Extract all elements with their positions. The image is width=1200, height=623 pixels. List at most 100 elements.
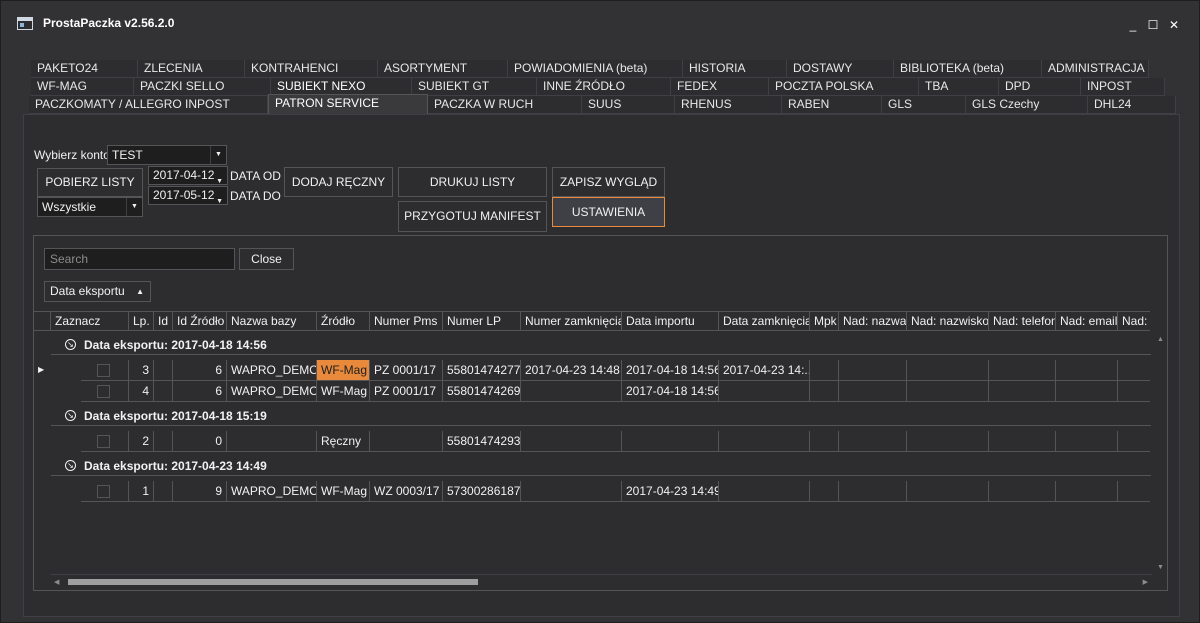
cell-lp: 2 (129, 431, 154, 452)
save-view-button[interactable]: ZAPISZ WYGLĄD (552, 167, 665, 197)
header-id[interactable]: Id (154, 312, 173, 331)
cell-nad-nazwa (839, 381, 907, 402)
print-lists-button[interactable]: DRUKUJ LISTY (398, 167, 547, 197)
cell-lp: 4 (129, 381, 154, 402)
tab-paczkomaty[interactable]: PACZKOMATY / ALLEGRO INPOST (29, 96, 268, 114)
table-row[interactable]: ▶ 3 6 WAPRO_DEMO WF-Mag PZ 0001/17 55801… (34, 360, 1150, 381)
header-numer-pms[interactable]: Numer Pms (370, 312, 443, 331)
tab-paketo24[interactable]: PAKETO24 (31, 60, 138, 78)
header-nad-nazwa[interactable]: Nad: nazwa (839, 312, 907, 331)
header-nad-more[interactable]: Nad: (1118, 312, 1150, 331)
tab-inne-zrodlo[interactable]: INNE ŹRÓDŁO (537, 78, 671, 96)
cell-nad-nazwa (839, 360, 907, 381)
tab-dhl24[interactable]: DHL24 (1088, 96, 1176, 114)
account-label: Wybierz konto: (34, 148, 114, 162)
header-nad-telefon[interactable]: Nad: telefon (989, 312, 1056, 331)
collapse-icon[interactable]: ↘ (65, 339, 76, 350)
add-manual-button[interactable]: DODAJ RĘCZNY (284, 167, 393, 197)
cell-nad-telefon (989, 481, 1056, 502)
tab-paczki-sello[interactable]: PACZKI SELLO (134, 78, 271, 96)
header-lp[interactable]: Lp. (129, 312, 154, 331)
scroll-up-icon[interactable]: ▲ (1157, 336, 1164, 343)
minimize-button[interactable]: _ (1123, 15, 1143, 35)
row-checkbox[interactable] (97, 385, 110, 398)
tab-wf-mag[interactable]: WF-MAG (31, 78, 134, 96)
tab-kontrahenci[interactable]: KONTRAHENCI (245, 60, 378, 78)
table-row[interactable]: 2 0 Ręczny 55801474293 (34, 431, 1150, 452)
cell-nad-more (1118, 360, 1150, 381)
tab-paczka-w-ruch[interactable]: PACZKA W RUCH (428, 96, 582, 114)
account-value: TEST (112, 148, 143, 162)
header-data-zamkniecia[interactable]: Data zamknięcia (719, 312, 810, 331)
prepare-manifest-button[interactable]: PRZYGOTUJ MANIFEST (398, 201, 547, 232)
cell-checkbox[interactable] (81, 431, 129, 452)
group-row[interactable]: ↘ Data eksportu: 2017-04-18 14:56 (51, 335, 1151, 355)
cell-id-zrodlo: 6 (173, 381, 227, 402)
cell-checkbox[interactable] (81, 481, 129, 502)
fetch-lists-button[interactable]: POBIERZ LISTY (37, 168, 143, 197)
search-input[interactable]: Search (44, 248, 235, 270)
account-select[interactable]: TEST ▼ (107, 145, 227, 165)
header-data-importu[interactable]: Data importu (622, 312, 719, 331)
cell-checkbox[interactable] (81, 360, 129, 381)
scroll-left-icon[interactable]: ◀ (54, 578, 59, 586)
tab-biblioteka[interactable]: BIBLIOTEKA (beta) (894, 60, 1042, 78)
tab-tba[interactable]: TBA (919, 78, 999, 96)
tab-suus[interactable]: SUUS (582, 96, 675, 114)
tab-inpost[interactable]: INPOST (1081, 78, 1165, 96)
tab-historia[interactable]: HISTORIA (683, 60, 787, 78)
date-to-picker[interactable]: 2017-05-12 ▼ (148, 186, 228, 205)
header-numer-zamkniecia[interactable]: Numer zamknięcia (521, 312, 622, 331)
date-from-picker[interactable]: 2017-04-12 ▼ (148, 166, 228, 185)
header-zrodlo[interactable]: Źródło (317, 312, 370, 331)
settings-button[interactable]: USTAWIENIA (552, 197, 665, 227)
cell-id-zrodlo: 6 (173, 360, 227, 381)
cell-checkbox[interactable] (81, 381, 129, 402)
cell-data-importu: 2017-04-18 14:56 (622, 360, 719, 381)
tab-zlecenia[interactable]: ZLECENIA (138, 60, 245, 78)
row-checkbox[interactable] (97, 364, 110, 377)
tab-rhenus[interactable]: RHENUS (675, 96, 782, 114)
header-nad-email[interactable]: Nad: email (1056, 312, 1118, 331)
header-id-zrodlo[interactable]: Id Źródło (173, 312, 227, 331)
cell-zrodlo[interactable]: WF-Mag (317, 360, 370, 381)
close-button[interactable]: ✕ (1164, 15, 1184, 35)
filter-select[interactable]: Wszystkie ▼ (37, 197, 143, 217)
tab-poczta-polska[interactable]: POCZTA POLSKA (769, 78, 919, 96)
tab-dpd[interactable]: DPD (999, 78, 1081, 96)
header-nazwa-bazy[interactable]: Nazwa bazy (227, 312, 317, 331)
table-row[interactable]: 4 6 WAPRO_DEMO WF-Mag PZ 0001/17 5580147… (34, 381, 1150, 402)
tab-patron-service[interactable]: PATRON SERVICE (268, 94, 428, 114)
header-mpk[interactable]: Mpk (810, 312, 839, 331)
tab-asortyment[interactable]: ASORTYMENT (378, 60, 508, 78)
tab-gls-czechy[interactable]: GLS Czechy (966, 96, 1088, 114)
group-by-chip[interactable]: Data eksportu ▲ (44, 281, 151, 302)
collapse-icon[interactable]: ↘ (65, 410, 76, 421)
scroll-down-icon[interactable]: ▼ (1157, 564, 1164, 571)
tab-dostawy[interactable]: DOSTAWY (787, 60, 894, 78)
row-checkbox[interactable] (97, 435, 110, 448)
vertical-scrollbar[interactable]: ▲ ▼ (1154, 332, 1167, 573)
collapse-icon[interactable]: ↘ (65, 460, 76, 471)
tab-administracja[interactable]: ADMINISTRACJA (1042, 60, 1149, 78)
tab-gls[interactable]: GLS (882, 96, 966, 114)
group-row[interactable]: ↘ Data eksportu: 2017-04-18 15:19 (51, 406, 1151, 426)
tab-raben[interactable]: RABEN (782, 96, 882, 114)
header-zaznacz[interactable]: Zaznacz (51, 312, 129, 331)
header-numer-lp[interactable]: Numer LP (443, 312, 521, 331)
tab-subiekt-gt[interactable]: SUBIEKT GT (412, 78, 537, 96)
cell-data-zamkniecia (719, 381, 810, 402)
horizontal-scroll-thumb[interactable] (68, 579, 478, 585)
group-row[interactable]: ↘ Data eksportu: 2017-04-23 14:49 (51, 456, 1151, 476)
cell-data-zamkniecia: 2017-04-23 14:... (719, 360, 810, 381)
tab-powiadomienia[interactable]: POWIADOMIENIA (beta) (508, 60, 683, 78)
header-nad-nazwisko[interactable]: Nad: nazwisko (907, 312, 989, 331)
horizontal-scrollbar[interactable]: ◀ ▶ (50, 574, 1152, 588)
maximize-button[interactable]: ☐ (1143, 15, 1163, 35)
cell-nazwa-bazy: WAPRO_DEMO (227, 481, 317, 502)
row-checkbox[interactable] (97, 485, 110, 498)
tab-fedex[interactable]: FEDEX (671, 78, 769, 96)
table-row[interactable]: 1 9 WAPRO_DEMO WF-Mag WZ 0003/17 5730028… (34, 481, 1150, 502)
scroll-right-icon[interactable]: ▶ (1143, 578, 1148, 586)
search-close-button[interactable]: Close (239, 248, 294, 270)
